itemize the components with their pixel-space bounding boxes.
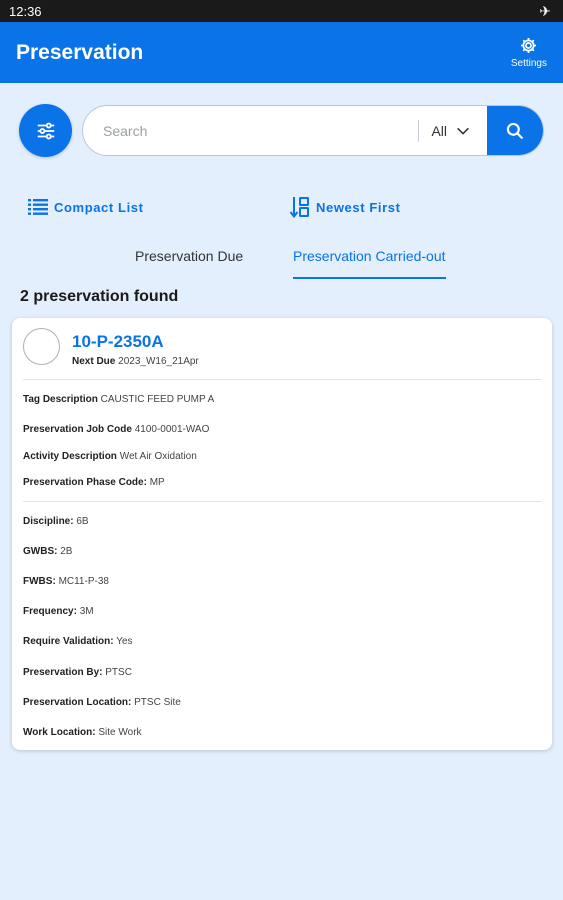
next-due-value: 2023_W16_21Apr (118, 356, 199, 367)
divider (23, 501, 541, 502)
detail-row: Frequency: 3M (23, 606, 94, 617)
airplane-icon: ✈ (539, 2, 551, 19)
detail-row: FWBS: MC11-P-38 (23, 576, 109, 587)
result-count: 2 preservation found (20, 288, 179, 305)
field-label: Frequency: (23, 606, 77, 617)
field-value: PTSC Site (134, 697, 181, 708)
list-toolbar: Compact List Newest First (28, 196, 535, 218)
detail-row: Discipline: 6B (23, 516, 89, 527)
field-value: MP (149, 477, 165, 488)
detail-row: Work Location: Site Work (23, 727, 142, 738)
compact-list-label: Compact List (54, 199, 144, 215)
tab-preservation-due[interactable]: Preservation Due (135, 248, 243, 280)
sort-button[interactable]: Newest First (290, 196, 401, 218)
compact-list-button[interactable]: Compact List (28, 196, 290, 218)
field-value: 2B (60, 546, 73, 557)
tag-number[interactable]: 10-P-2350A (72, 332, 199, 352)
detail-row: Activity Description Wet Air Oxidation (23, 451, 197, 462)
field-value: 4100-0001-WAO (134, 424, 210, 435)
field-label: Tag Description (23, 394, 98, 405)
field-label: Discipline: (23, 516, 74, 527)
scope-value: All (431, 122, 447, 139)
detail-row: Preservation Location: PTSC Site (23, 697, 181, 708)
field-value: 3M (79, 606, 94, 617)
search-button[interactable] (487, 106, 543, 155)
field-value: Site Work (98, 727, 142, 738)
field-value: PTSC (105, 667, 132, 678)
next-due-label: Next Due (72, 356, 116, 367)
select-circle[interactable] (23, 328, 60, 365)
field-label: Preservation By: (23, 667, 103, 678)
field-label: GWBS: (23, 546, 58, 557)
sort-label: Newest First (316, 199, 401, 215)
field-label: Preservation Job Code (23, 424, 132, 435)
detail-row: Preservation By: PTSC (23, 667, 132, 678)
tab-bar: Preservation Due Preservation Carried-ou… (0, 248, 563, 280)
settings-label: Settings (510, 58, 547, 69)
field-value: Yes (116, 636, 133, 647)
filter-button[interactable] (19, 104, 72, 157)
sort-icon (290, 197, 309, 218)
settings-button[interactable]: Settings (511, 36, 547, 69)
field-label: Require Validation: (23, 636, 114, 647)
detail-row: GWBS: 2B (23, 546, 72, 557)
search-row: All (19, 104, 544, 157)
search-input[interactable] (83, 106, 419, 155)
detail-row: Preservation Job Code 4100-0001-WAO (23, 424, 209, 435)
field-value: 6B (76, 516, 89, 527)
field-label: FWBS: (23, 576, 56, 587)
search-box: All (82, 105, 544, 156)
tab-preservation-carried-out[interactable]: Preservation Carried-out (293, 248, 446, 280)
preservation-card[interactable]: 10-P-2350A Next Due 2023_W16_21Apr Tag D… (12, 318, 552, 750)
sliders-icon (37, 122, 54, 139)
app-bar: Preservation Settings (0, 22, 563, 83)
card-header: 10-P-2350A Next Due 2023_W16_21Apr (23, 328, 541, 380)
detail-row: Require Validation: Yes (23, 636, 133, 647)
field-value: CAUSTIC FEED PUMP A (100, 394, 215, 405)
field-value: MC11-P-38 (58, 576, 109, 587)
status-bar: 12:36 ✈ (0, 0, 563, 22)
status-time: 12:36 (9, 3, 42, 19)
field-label: Work Location: (23, 727, 96, 738)
scope-select[interactable]: All (419, 106, 487, 155)
field-label: Preservation Phase Code: (23, 477, 147, 488)
gear-icon (521, 37, 537, 54)
detail-row: Tag Description CAUSTIC FEED PUMP A (23, 394, 214, 405)
next-due: Next Due 2023_W16_21Apr (72, 356, 199, 367)
search-icon (506, 122, 524, 139)
field-value: Wet Air Oxidation (119, 451, 197, 462)
chevron-down-icon (457, 127, 469, 135)
detail-row: Preservation Phase Code: MP (23, 477, 165, 488)
divider (23, 379, 541, 380)
field-label: Preservation Location: (23, 697, 132, 708)
field-label: Activity Description (23, 451, 117, 462)
list-icon (28, 199, 48, 215)
page-title: Preservation (16, 40, 144, 64)
